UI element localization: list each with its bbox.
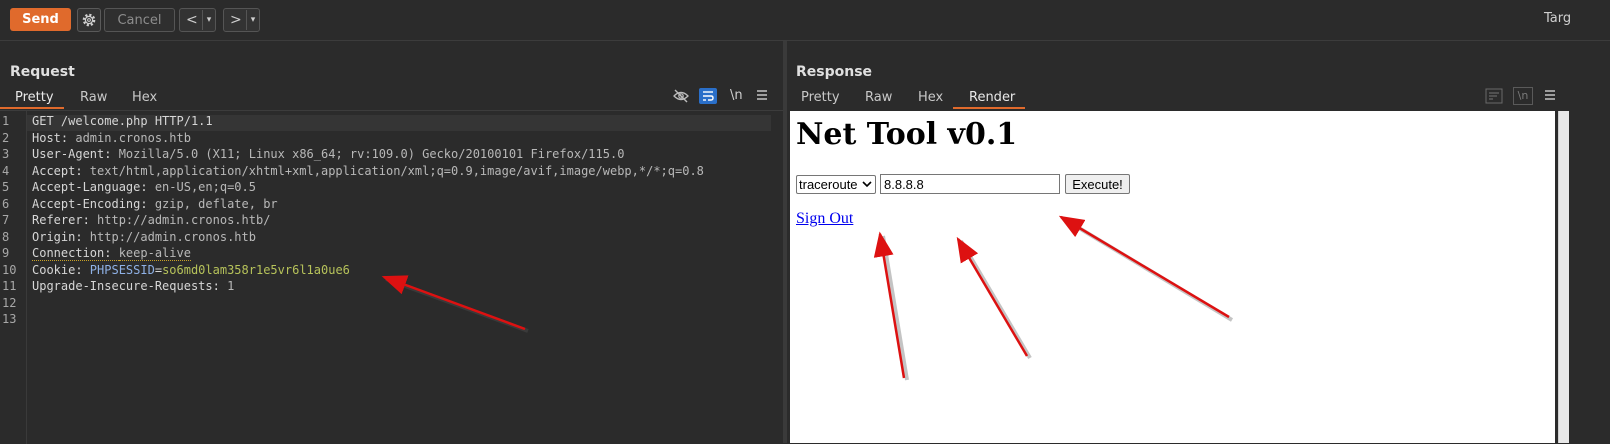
annotation-arrow-cookie [381, 275, 529, 333]
annotation-arrow-execute [1058, 215, 1234, 322]
annotation-arrows [381, 215, 1234, 381]
annotation-arrow-sign-out [873, 231, 909, 381]
annotation-arrow-input [956, 236, 1032, 360]
